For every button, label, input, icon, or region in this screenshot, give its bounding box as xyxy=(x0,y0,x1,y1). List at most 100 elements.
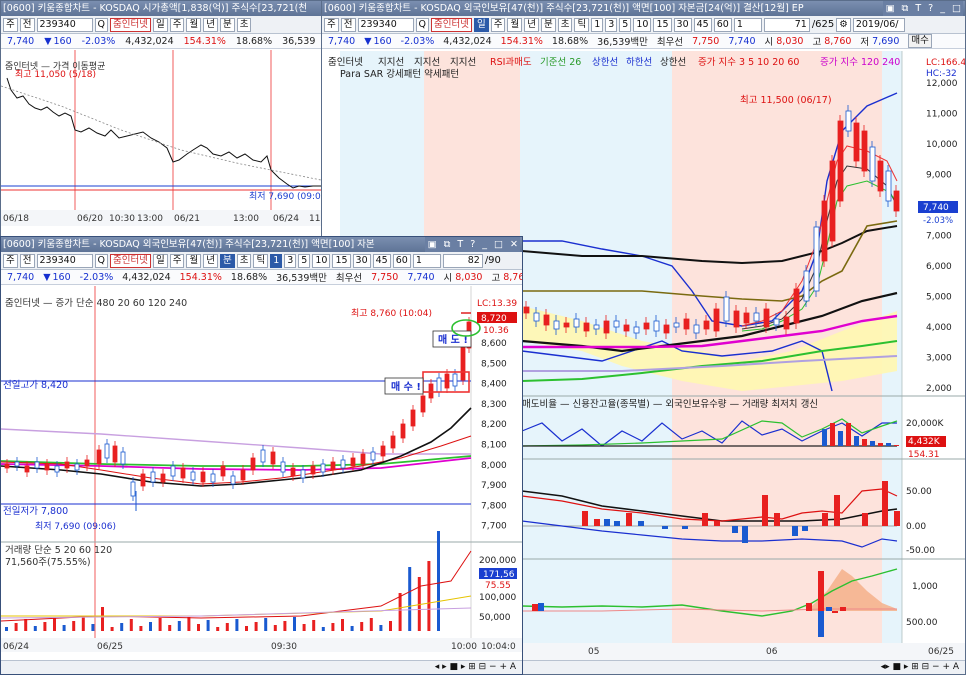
tf-second[interactable]: 초 xyxy=(236,253,252,268)
buy-button[interactable]: 매수 xyxy=(908,34,932,48)
tf-day[interactable]: 일 xyxy=(152,253,168,268)
tf-second[interactable]: 초 xyxy=(557,17,573,32)
interval-15[interactable]: 15 xyxy=(653,17,672,32)
indicator2-bar xyxy=(702,513,708,526)
period-button[interactable]: 전 xyxy=(19,253,35,268)
indicator2-bar xyxy=(742,526,748,543)
front-window-title: [0600] 키움종합차트 - KOSDAQ 외국인보유[47(천)] 주식수[… xyxy=(3,239,375,250)
interval-30[interactable]: 30 xyxy=(352,253,371,268)
candle xyxy=(250,457,256,471)
tf-tick[interactable]: 틱 xyxy=(253,253,269,268)
tf-year[interactable]: 년 xyxy=(203,253,218,268)
front-window-titlebar[interactable]: [0600] 키움종합차트 - KOSDAQ 외국인보유[47(천)] 주식수[… xyxy=(1,237,522,252)
window-controls[interactable]: ▣ ⧉ T ? _ □ xyxy=(882,1,963,16)
tf-week[interactable]: 주 xyxy=(169,17,185,32)
bid-price-1: 7,750 xyxy=(371,271,399,283)
interval-3[interactable]: 3 xyxy=(284,253,297,268)
tf-day[interactable]: 일 xyxy=(473,17,489,32)
candle xyxy=(270,451,276,465)
tf-week[interactable]: 주 xyxy=(490,17,506,32)
right-y-label: 7,000 xyxy=(926,232,952,242)
candle xyxy=(230,475,236,485)
volume-bar xyxy=(177,621,181,631)
front-chart-window[interactable]: [0600] 키움종합차트 - KOSDAQ 외국인보유[47(천)] 주식수[… xyxy=(0,236,523,675)
search-icon[interactable]: Q xyxy=(94,253,108,268)
code-input[interactable]: 239340 xyxy=(357,17,414,32)
volume-bar xyxy=(110,627,114,631)
indicator2-bar xyxy=(614,521,620,526)
search-icon[interactable]: Q xyxy=(94,17,108,32)
scan-button[interactable]: 줌인터넷 xyxy=(430,17,472,32)
page-input[interactable]: 71 xyxy=(763,17,810,32)
tf-year[interactable]: 년 xyxy=(524,17,539,32)
prev-low-label: 전일저가 7,800 xyxy=(3,506,68,517)
tf-month[interactable]: 월 xyxy=(507,17,523,32)
scan-button[interactable]: 줌인터넷 xyxy=(109,17,151,32)
interval-60[interactable]: 60 xyxy=(392,253,411,268)
scan-button[interactable]: 줌인터넷 xyxy=(109,253,151,268)
right-legend-upper2: 상한선 xyxy=(660,57,686,68)
candle xyxy=(350,457,356,467)
right-legend-upper: 상한선 xyxy=(592,57,618,68)
zoom-controls[interactable]: ◂▸ ■ ▸ ⊞ ⊟ − + A xyxy=(881,662,959,672)
tf-minute[interactable]: 분 xyxy=(540,17,556,32)
indicator2-y-2: -50.00 xyxy=(906,546,935,556)
interval-5[interactable]: 5 xyxy=(619,17,632,32)
front-minute-chart[interactable]: 전일고가 8,420 전일저가 7,800 매 수 ! 매 도 ! 최고 8,7… xyxy=(1,286,523,662)
interval-45[interactable]: 45 xyxy=(372,253,391,268)
candle xyxy=(130,481,136,497)
change-arrow: ▼ xyxy=(43,271,51,283)
tf-month[interactable]: 월 xyxy=(186,17,202,32)
indicator1-tag2: 154.31 xyxy=(908,450,940,460)
interval-1[interactable]: 1 xyxy=(591,17,604,32)
left-chart-window[interactable]: [0600] 키움종합차트 - KOSDAQ 시가총액[1,838(억)] 주식… xyxy=(0,0,322,238)
tf-tick[interactable]: 틱 xyxy=(574,17,590,32)
volume-bar xyxy=(398,593,402,631)
interval-3[interactable]: 3 xyxy=(605,17,618,32)
interval-1[interactable]: 1 xyxy=(270,253,283,268)
code-input[interactable]: 239340 xyxy=(36,253,93,268)
front-scrollbar[interactable]: ◂ ▸ ■ ▸ ⊞ ⊟ − + A xyxy=(1,660,522,674)
period-button[interactable]: 전 xyxy=(340,17,356,32)
tf-day[interactable]: 일 xyxy=(152,17,168,32)
candle xyxy=(837,120,844,202)
candle xyxy=(653,320,660,332)
interval-dropdown[interactable]: 1 xyxy=(733,17,762,32)
volume-bar xyxy=(129,619,133,631)
interval-10[interactable]: 10 xyxy=(633,17,652,32)
window-controls[interactable]: ▣ ⧉ T ? _ □ ✕ xyxy=(424,237,520,252)
search-icon[interactable]: Q xyxy=(415,17,429,32)
high-price: 8,76 xyxy=(503,271,522,283)
period-button[interactable]: 전 xyxy=(19,17,35,32)
tf-year[interactable]: 년 xyxy=(203,17,218,32)
interval-15[interactable]: 15 xyxy=(332,253,351,268)
bid-label: 최우선 xyxy=(656,37,684,48)
open-label: 시 xyxy=(764,37,774,48)
interval-60[interactable]: 60 xyxy=(713,17,732,32)
interval-dropdown[interactable]: 1 xyxy=(412,253,441,268)
right-xlabel-1: 06 xyxy=(766,647,778,657)
page-input[interactable]: 82 xyxy=(442,253,483,268)
right-window-titlebar[interactable]: [0600] 키움종합차트 - KOSDAQ 외국인보유[47(천)] 주식수[… xyxy=(322,1,965,16)
interval-45[interactable]: 45 xyxy=(693,17,712,32)
left-window-titlebar[interactable]: [0600] 키움종합차트 - KOSDAQ 시가총액[1,838(억)] 주식… xyxy=(1,1,321,16)
settings-icon[interactable]: ⚙ xyxy=(836,17,851,32)
code-input[interactable]: 239340 xyxy=(36,17,93,32)
interval-10[interactable]: 10 xyxy=(312,253,331,268)
candle xyxy=(821,200,828,262)
interval-5[interactable]: 5 xyxy=(298,253,311,268)
left-price-chart[interactable]: 줌인터넷 — 가격 이동평균 최고 11,050 (5/18) 최저 7,690… xyxy=(1,50,322,238)
interval-30[interactable]: 30 xyxy=(673,17,692,32)
tf-second[interactable]: 초 xyxy=(236,17,252,32)
tf-month[interactable]: 월 xyxy=(186,253,202,268)
date-field[interactable]: 2019/06/ xyxy=(852,17,905,32)
market-button[interactable]: 주 xyxy=(3,17,18,32)
tf-week[interactable]: 주 xyxy=(169,253,185,268)
buy-signal-label: 매 수 ! xyxy=(391,380,421,393)
indicator1-bar xyxy=(846,423,851,446)
tf-minute[interactable]: 분 xyxy=(219,253,235,268)
tf-minute[interactable]: 분 xyxy=(219,17,235,32)
zoom-controls[interactable]: ◂ ▸ ■ ▸ ⊞ ⊟ − + A xyxy=(435,662,516,672)
market-button[interactable]: 주 xyxy=(324,17,339,32)
market-button[interactable]: 주 xyxy=(3,253,18,268)
